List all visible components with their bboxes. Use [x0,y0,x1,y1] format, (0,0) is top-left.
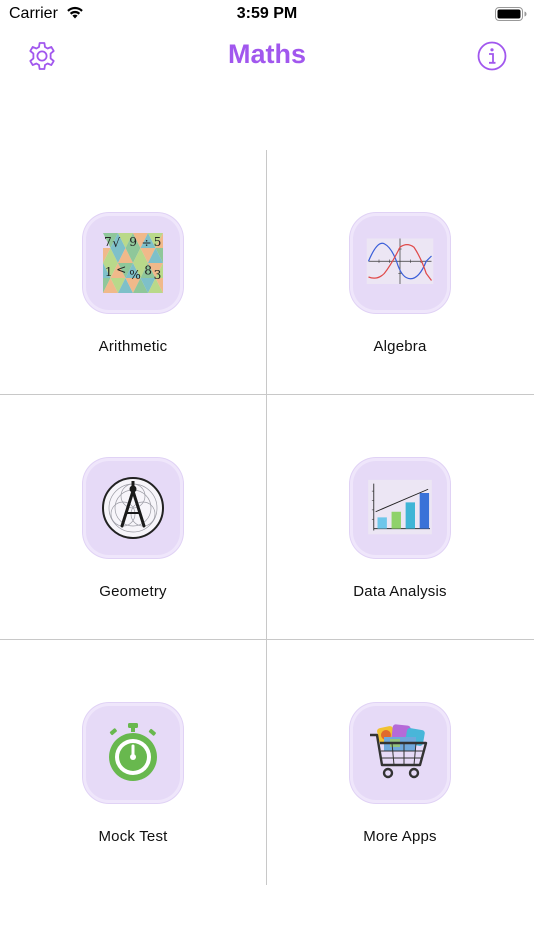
arithmetic-symbol: < [116,262,126,276]
arithmetic-symbol: 1 [105,265,113,279]
stopwatch-icon [109,723,157,781]
status-bar: Carrier 3:59 PM [0,0,534,28]
compass-icon [102,477,164,539]
data-analysis-label: Data Analysis [353,583,447,600]
geometry-item[interactable]: Geometry [0,395,266,640]
nav-bar: Maths [0,28,534,84]
screen: Carrier 3:59 PM Maths 7 √ 9 ÷ 5 1 < % 8 … [0,0,534,950]
info-icon [477,41,507,71]
arithmetic-tile: 7 √ 9 ÷ 5 1 < % 8 3 [83,213,183,313]
sine-graph-icon [366,238,434,284]
arithmetic-symbol: 5 [154,235,162,249]
bar-chart-icon [368,479,432,535]
status-time: 3:59 PM [236,5,298,22]
arithmetic-symbol: 9 [129,235,137,249]
algebra-tile [350,213,450,313]
arithmetic-item[interactable]: 7 √ 9 ÷ 5 1 < % 8 3 Arithmetic [0,150,266,395]
info-button[interactable] [476,40,508,72]
arithmetic-symbol: 7 [104,235,112,249]
geometry-label: Geometry [99,583,167,600]
arithmetic-symbol: ÷ [141,236,151,250]
arithmetic-symbol: √ [112,236,120,250]
mock-test-item[interactable]: Mock Test [0,640,266,885]
battery-icon [495,7,527,21]
algebra-label: Algebra [373,338,427,355]
geometry-tile [83,458,183,558]
data-analysis-item[interactable]: Data Analysis [267,395,533,640]
arithmetic-label: Arithmetic [98,338,168,355]
data-analysis-tile [350,458,450,558]
arithmetic-symbol: 8 [144,263,152,277]
arithmetic-symbol: 3 [154,268,162,282]
shopping-cart-icon [370,724,428,779]
more-apps-tile [350,703,450,803]
more-apps-item[interactable]: More Apps [267,640,533,885]
page-title: Maths [227,39,306,69]
arithmetic-tiles-icon: 7 √ 9 ÷ 5 1 < % 8 3 [103,233,163,293]
algebra-item[interactable]: Algebra [267,150,533,395]
mock-test-label: Mock Test [98,828,168,845]
more-apps-label: More Apps [363,828,437,845]
arithmetic-symbol: % [129,268,141,282]
topics-grid: 7 √ 9 ÷ 5 1 < % 8 3 Arithmetic Algebra G… [0,150,534,885]
mock-test-tile [83,703,183,803]
